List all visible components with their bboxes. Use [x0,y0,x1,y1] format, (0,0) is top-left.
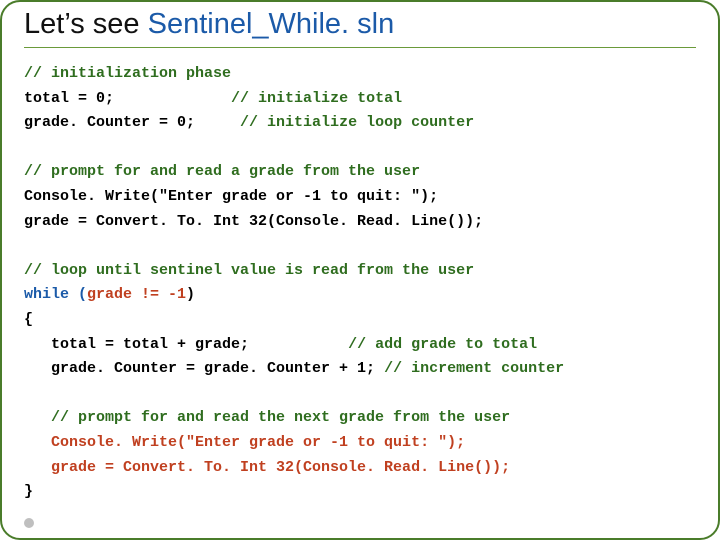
code-line: total = total + grade; [24,336,348,353]
code-comment: // initialize loop counter [240,114,474,131]
code-highlight: grade = Convert. To. Int 32(Console. Rea… [24,459,510,476]
code-line: grade. Counter = grade. Counter + 1; [24,360,384,377]
code-line: Console. Write("Enter grade or -1 to qui… [24,188,438,205]
code-line: // loop until sentinel value is read fro… [24,262,474,279]
code-block: // initialization phase total = 0; // in… [24,62,696,505]
code-line: grade = Convert. To. Int 32(Console. Rea… [24,213,483,230]
code-line: // prompt for and read the next grade fr… [24,409,510,426]
code-keyword: while ( [24,286,87,303]
code-comment: // increment counter [384,360,564,377]
code-highlight: grade != -1 [87,286,186,303]
code-line: } [24,483,33,500]
code-highlight: Console. Write("Enter grade or -1 to qui… [24,434,465,451]
code-line: total = 0; [24,90,231,107]
slide: Let’s see Sentinel_While. sln // initial… [0,0,720,540]
title-link: Sentinel_While. sln [148,8,395,40]
code-comment: // initialize total [231,90,402,107]
code-comment: // add grade to total [348,336,537,353]
code-line: // prompt for and read a grade from the … [24,163,420,180]
code-line: ) [186,286,195,303]
code-line: grade. Counter = 0; [24,114,240,131]
footer-dot-icon [24,518,34,528]
code-line: { [24,311,33,328]
slide-title: Let’s see Sentinel_While. sln [24,8,696,48]
code-line: // initialization phase [24,65,231,82]
title-prefix: Let’s see [24,8,148,40]
